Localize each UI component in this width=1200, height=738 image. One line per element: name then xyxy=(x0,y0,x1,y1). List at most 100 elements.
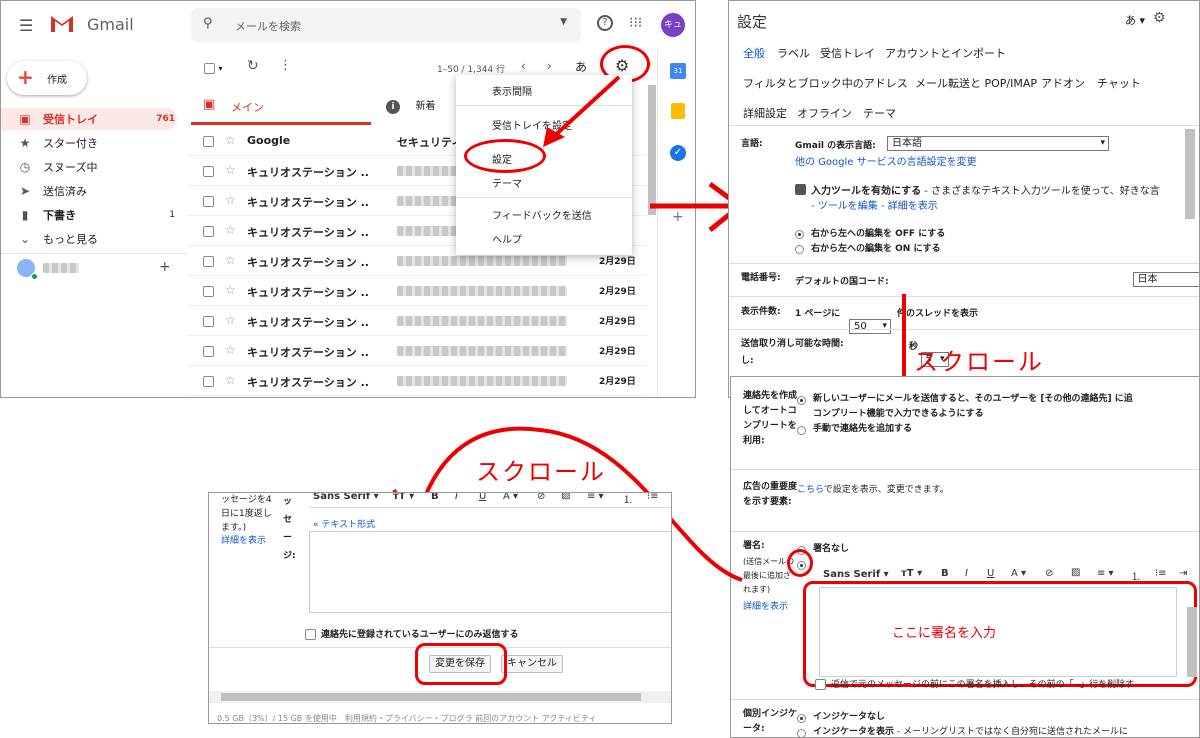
compose-label: 作成 xyxy=(47,75,67,86)
bold-icon[interactable]: B xyxy=(941,568,949,579)
avatar[interactable]: キュ xyxy=(661,13,685,37)
settings-scrollbar-2[interactable] xyxy=(1187,607,1197,677)
italic-icon[interactable]: I xyxy=(965,568,968,579)
vac-bullet-list-icon[interactable]: ⁝≡ xyxy=(647,493,659,502)
table-row[interactable]: ☆ キュリオステーション .. 2月29日 xyxy=(187,336,647,366)
vac-link-icon[interactable]: ⊘ xyxy=(537,493,545,502)
star-icon: ☆ xyxy=(225,163,236,177)
sidebar-item-snoozed[interactable]: ◷ スヌーズ中 xyxy=(15,156,185,178)
vac-italic-icon[interactable]: I xyxy=(455,493,458,502)
contacts-only-checkbox[interactable] xyxy=(305,627,316,640)
page-size-label: 表示件数: xyxy=(741,307,781,317)
sidebar-label: 送信済み xyxy=(43,185,87,198)
phone-country-select[interactable]: 日本 xyxy=(1132,272,1199,287)
sidebar-item-inbox-row[interactable]: ▣ 受信トレイ 761 xyxy=(15,108,185,130)
vacation-more-link[interactable]: 詳細を表示 xyxy=(221,533,266,546)
contacts-opt1b: コンプリート機能で入力できるようにする xyxy=(813,409,984,419)
ads-link[interactable]: こちら xyxy=(797,485,824,495)
image-icon[interactable]: ▨ xyxy=(1071,567,1080,578)
indicator-off-radio[interactable] xyxy=(797,711,806,724)
hangouts-divider xyxy=(1,253,187,254)
horizontal-scrollbar[interactable] xyxy=(209,691,671,703)
cancel-button[interactable]: キャンセル xyxy=(501,655,563,673)
vac-bold-icon[interactable]: B xyxy=(431,493,439,502)
indent-icon[interactable]: ⇥ xyxy=(1179,568,1187,579)
search-input[interactable]: メールを検索 xyxy=(235,18,301,34)
ads-text: こちらで設定を表示、変更できます。 xyxy=(797,482,949,495)
vac-align-icon[interactable]: ≡ ▾ xyxy=(587,493,604,502)
align-icon[interactable]: ≡ ▾ xyxy=(1097,568,1114,579)
tab-main[interactable]: ▣ メイン xyxy=(191,87,371,125)
vacation-message-editor[interactable] xyxy=(309,531,671,613)
sig-insert-checkbox[interactable] xyxy=(815,677,826,690)
tab-general[interactable]: 全般 xyxy=(743,45,765,61)
signature-more-link[interactable]: 詳細を表示 xyxy=(743,599,788,612)
indicator-on-radio[interactable] xyxy=(797,726,806,737)
settings-scrollbar[interactable] xyxy=(1185,129,1195,219)
keep-icon[interactable] xyxy=(671,103,685,119)
sidebar-item-starred[interactable]: ★ スター付き xyxy=(15,132,185,154)
table-row[interactable]: ☆ キュリオステーション .. 2月29日 xyxy=(187,276,647,306)
help-icon[interactable]: ? xyxy=(597,15,613,31)
menu-item-help[interactable]: ヘルプ xyxy=(492,231,522,246)
sidebar-item-sent[interactable]: ➤ 送信済み xyxy=(15,180,185,202)
search-options-icon[interactable]: ▼ xyxy=(560,17,567,27)
text-color-icon[interactable]: A ▾ xyxy=(1011,568,1026,579)
page-size-pre: 1 ページに xyxy=(795,309,841,319)
input-tools-checkbox[interactable] xyxy=(795,182,806,195)
vac-text-color-icon[interactable]: A ▾ xyxy=(503,493,518,502)
vac-numbered-list-icon[interactable]: ⒈ xyxy=(623,493,633,506)
tab-advanced[interactable]: 詳細設定 xyxy=(743,105,787,121)
search-bar[interactable]: ⚲ メールを検索 ▼ xyxy=(191,8,581,42)
star-icon: ☆ xyxy=(225,283,236,297)
rtl-on-radio[interactable] xyxy=(795,242,804,255)
tab-chat[interactable]: チャット xyxy=(1097,75,1141,91)
tab-new[interactable]: i 新着 xyxy=(386,97,436,114)
table-row[interactable]: ☆ キュリオステーション .. 2月29日 xyxy=(187,366,647,396)
menu-item-themes[interactable]: テーマ xyxy=(492,175,522,190)
tab-accounts[interactable]: アカウントとインポート xyxy=(885,45,1006,61)
underline-icon[interactable]: U xyxy=(987,568,994,579)
tab-filters[interactable]: フィルタとブロック中のアドレス xyxy=(743,75,908,91)
other-lang-link[interactable]: 他の Google サービスの言語設定を変更 xyxy=(795,153,977,168)
table-row[interactable]: ☆ キュリオステーション .. 2月29日 xyxy=(187,306,647,336)
gmail-logo-icon[interactable] xyxy=(49,13,75,33)
tab-offline[interactable]: オフライン xyxy=(797,105,852,121)
tab-inbox[interactable]: 受信トレイ xyxy=(820,45,875,61)
settings-lang-button[interactable]: あ ▾ xyxy=(1125,12,1145,28)
select-all-checkbox[interactable]: ▾ xyxy=(204,61,223,74)
horizontal-scrollbar-thumb[interactable] xyxy=(221,693,641,701)
sig-font-select[interactable]: Sans Serif ▾ xyxy=(823,569,889,580)
search-icon[interactable]: ⚲ xyxy=(203,16,213,31)
tab-addons[interactable]: アドオン xyxy=(1041,75,1085,91)
settings-gear-icon-2[interactable]: ⚙ xyxy=(1153,10,1166,26)
hangouts-add-icon[interactable]: + xyxy=(159,259,171,275)
sidebar-item-drafts[interactable]: ▮ 下書き 1 xyxy=(15,204,185,226)
tab-forwarding[interactable]: メール転送と POP/IMAP xyxy=(915,75,1037,91)
refresh-icon[interactable]: ↻ xyxy=(247,58,259,74)
vac-image-icon[interactable]: ▨ xyxy=(561,493,570,501)
font-size-icon[interactable]: ᴛT ▾ xyxy=(901,568,922,579)
display-lang-select[interactable]: 日本語 xyxy=(887,136,1109,151)
rtl-off-radio[interactable] xyxy=(795,227,804,240)
more-actions-icon[interactable]: ⋮ xyxy=(279,58,292,73)
text-format-link[interactable]: « テキスト形式 xyxy=(313,517,375,530)
tab-labels[interactable]: ラベル xyxy=(777,45,810,61)
tasks-icon[interactable]: ✓ xyxy=(670,145,686,161)
contacts-manual-radio[interactable] xyxy=(797,423,806,436)
menu-item-feedback[interactable]: フィードバックを送信 xyxy=(492,207,592,222)
vac-font-select[interactable]: Sans Serif ▾ xyxy=(313,493,379,502)
input-tools-link[interactable]: - ツールを編集 - 詳細を表示 xyxy=(811,197,938,212)
compose-button[interactable]: + 作成 xyxy=(7,61,87,95)
calendar-icon[interactable]: 31 xyxy=(670,63,686,79)
vac-font-size-icon[interactable]: ᴛT ▾ xyxy=(393,493,414,502)
apps-grid-icon[interactable]: ⁝⁝⁝ xyxy=(629,15,642,31)
sidebar-label: 受信トレイ xyxy=(43,113,98,126)
link-icon[interactable]: ⊘ xyxy=(1045,568,1053,579)
vac-underline-icon[interactable]: U xyxy=(479,493,486,502)
tab-themes[interactable]: テーマ xyxy=(863,105,896,121)
sidebar-item-more[interactable]: ⌄ もっと見る xyxy=(15,228,185,250)
contacts-auto-radio[interactable] xyxy=(797,393,806,406)
main-menu-icon[interactable]: ☰ xyxy=(19,16,33,35)
bullet-list-icon[interactable]: ⁝≡ xyxy=(1155,568,1167,579)
